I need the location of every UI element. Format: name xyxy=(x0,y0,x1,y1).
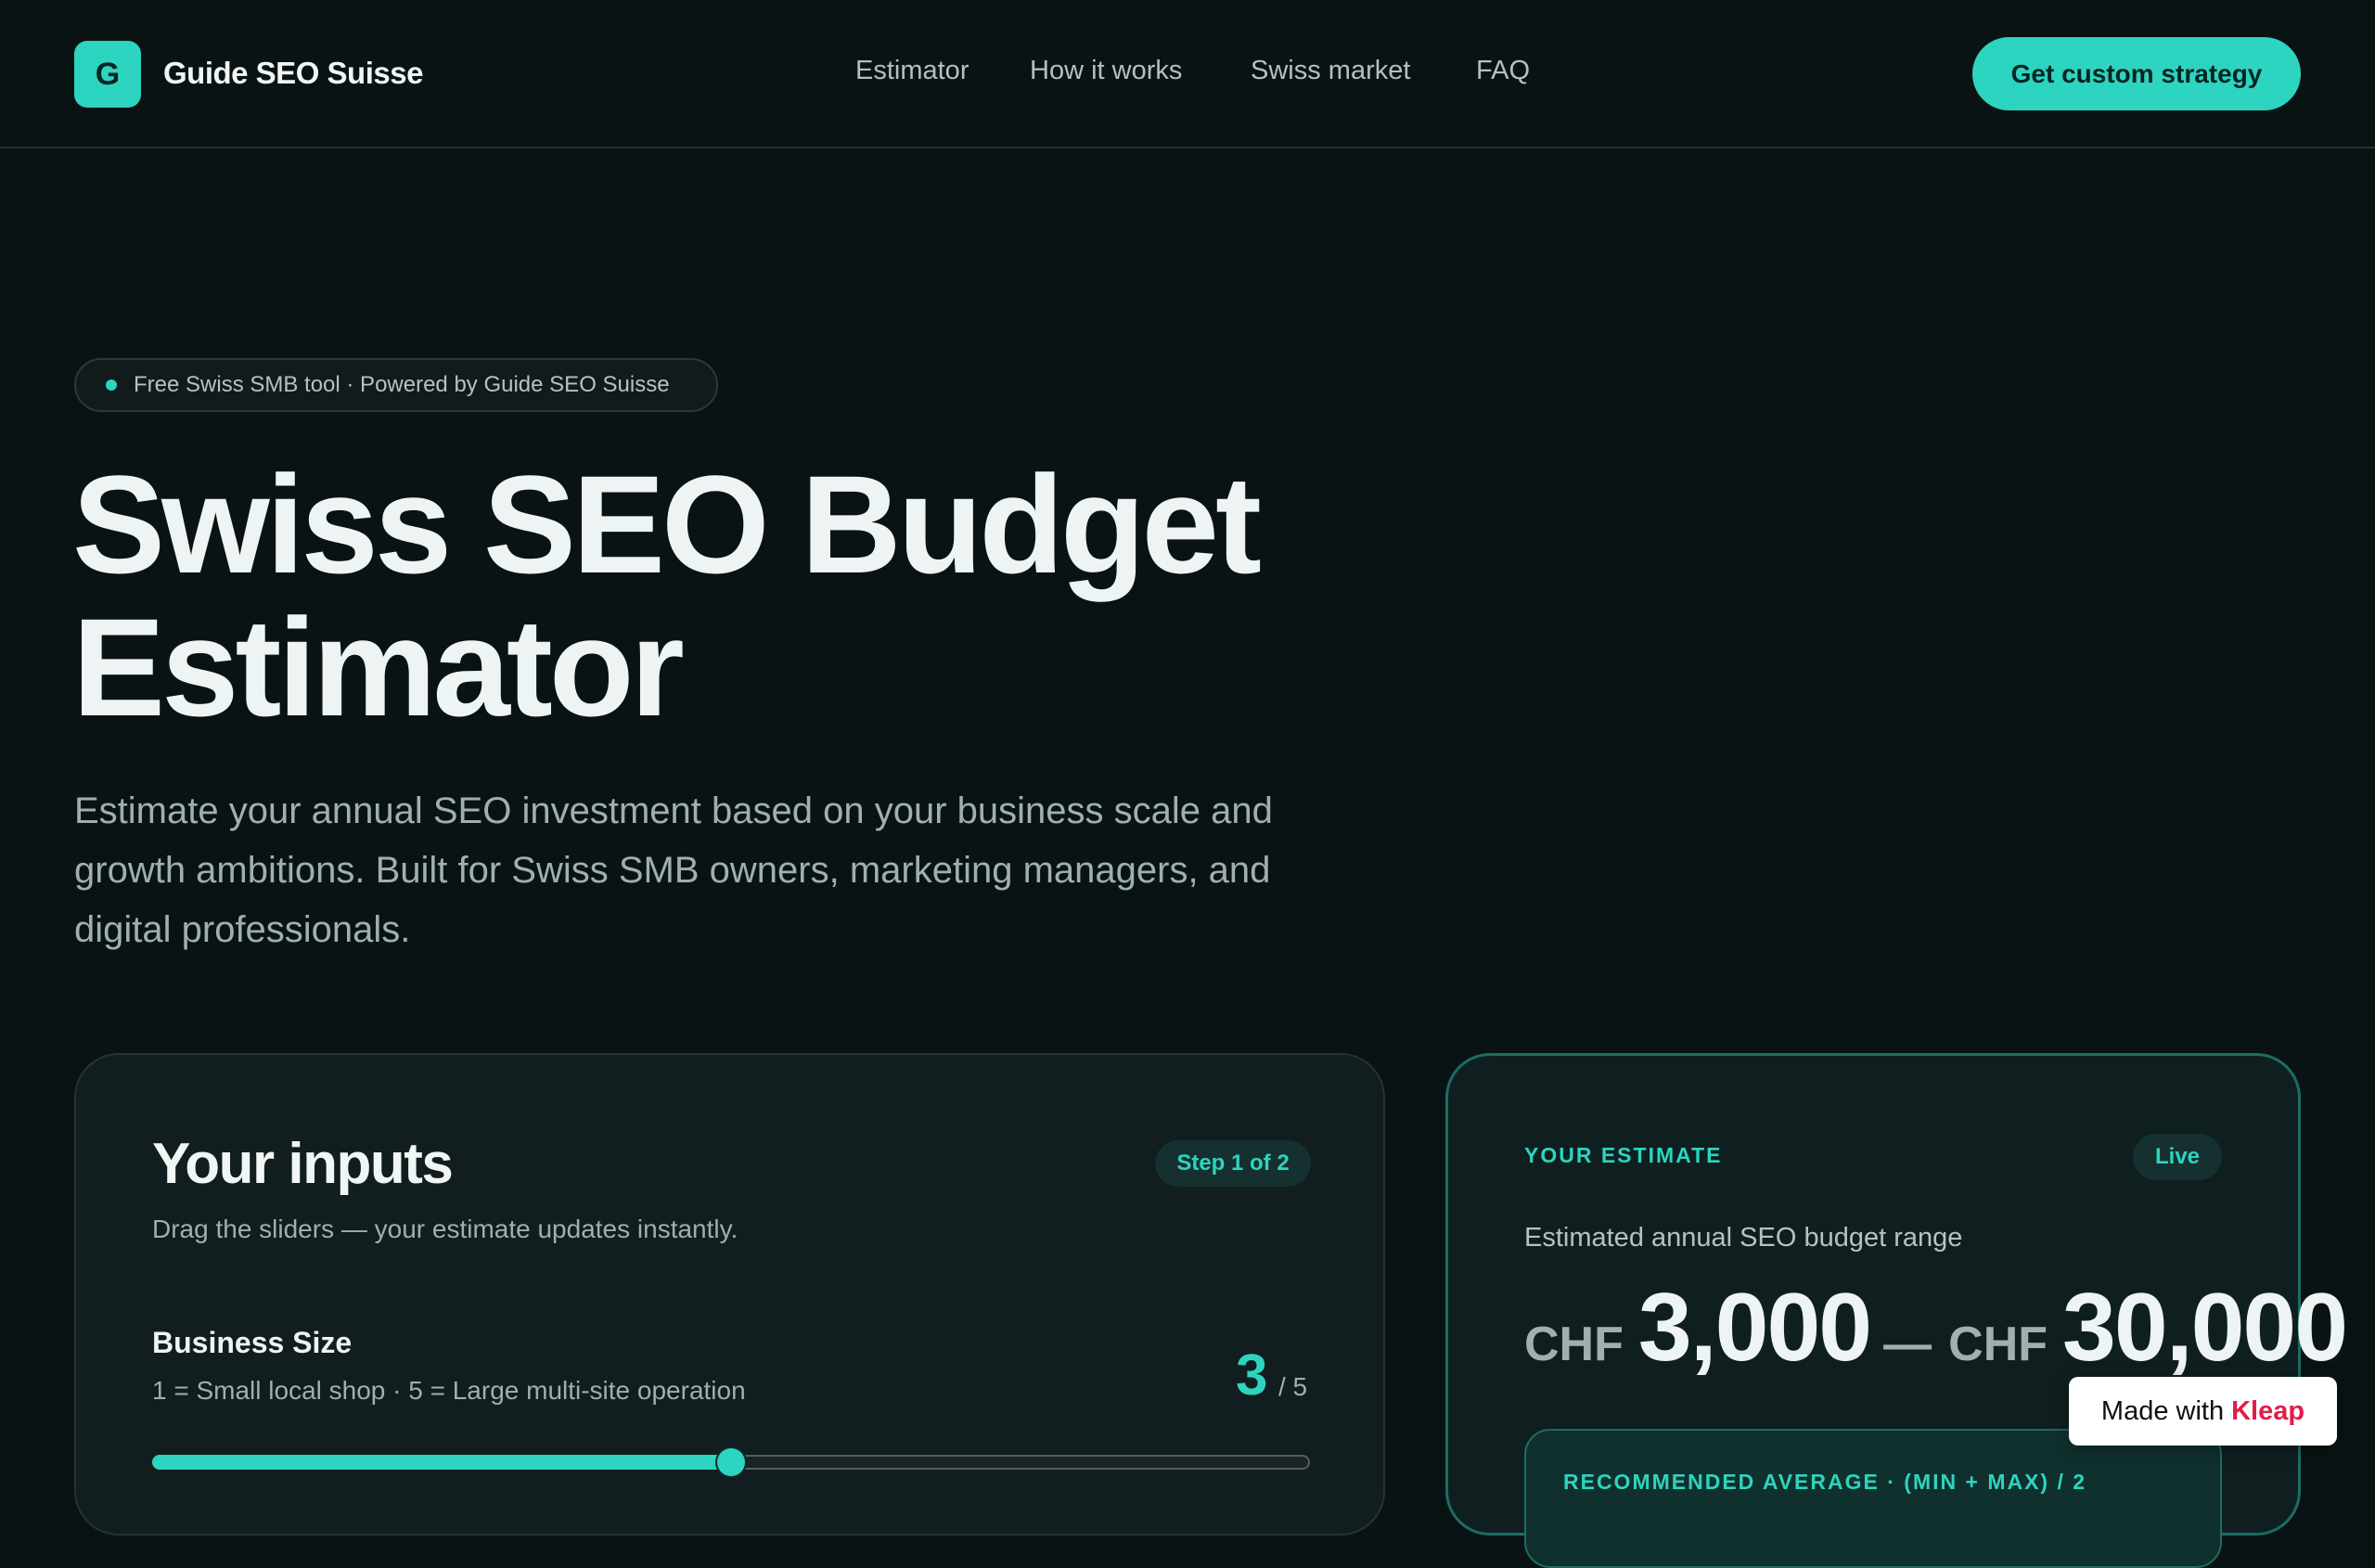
step-badge: Step 1 of 2 xyxy=(1155,1140,1311,1187)
intro-pill: Free Swiss SMB tool · Powered by Guide S… xyxy=(74,358,718,412)
nav-link-faq[interactable]: FAQ xyxy=(1476,56,1530,86)
live-badge: Live xyxy=(2133,1134,2222,1180)
inputs-title: Your inputs xyxy=(152,1132,454,1196)
logo[interactable]: G xyxy=(74,41,141,108)
top-navigation: G Guide SEO Suisse Estimator How it work… xyxy=(0,0,2375,148)
status-dot-icon xyxy=(106,379,117,391)
slider-thumb[interactable] xyxy=(717,1448,745,1476)
inputs-card: Your inputs Step 1 of 2 Drag the sliders… xyxy=(74,1053,1385,1536)
intro-paragraph: Estimate your annual SEO investment base… xyxy=(74,790,1273,950)
page-title-line-1: Swiss SEO Budget xyxy=(72,446,1262,602)
business-size-max: / 5 xyxy=(1278,1372,1308,1401)
nav-link-estimator[interactable]: Estimator xyxy=(855,56,969,86)
business-size-value: 3 xyxy=(1236,1343,1268,1407)
range-separator: — xyxy=(1883,1317,1932,1371)
nav-link-swiss-market[interactable]: Swiss market xyxy=(1251,56,1410,86)
brand-name[interactable]: Guide SEO Suisse xyxy=(163,56,423,91)
currency-min: CHF xyxy=(1524,1317,1624,1371)
business-size-hint: 1 = Small local shop · 5 = Large multi-s… xyxy=(152,1376,746,1405)
kleap-brand-text: Kleap xyxy=(2231,1395,2305,1426)
recommended-average-label: RECOMMENDED AVERAGE · (MIN + MAX) / 2 xyxy=(1563,1470,2087,1494)
recommended-average-box: RECOMMENDED AVERAGE · (MIN + MAX) / 2 xyxy=(1524,1429,2222,1568)
slider-fill xyxy=(152,1455,729,1470)
made-with-kleap-badge[interactable]: Made with Kleap xyxy=(2069,1377,2337,1446)
budget-range: CHF 3,000 — CHF 30,000 xyxy=(1524,1273,2348,1383)
page-title: Swiss SEO Budget Estimator xyxy=(72,453,1371,739)
estimate-label: Estimated annual SEO budget range xyxy=(1524,1223,1963,1253)
nav-link-how-it-works[interactable]: How it works xyxy=(1030,56,1182,86)
get-custom-strategy-button[interactable]: Get custom strategy xyxy=(1972,37,2301,110)
currency-max: CHF xyxy=(1948,1317,2048,1371)
business-size-label: Business Size xyxy=(152,1326,353,1359)
budget-max: 30,000 xyxy=(2062,1274,2348,1382)
estimate-card: YOUR ESTIMATE Live Estimated annual SEO … xyxy=(1445,1053,2348,1568)
inputs-subtitle: Drag the sliders — your estimate updates… xyxy=(152,1215,738,1243)
estimate-heading: YOUR ESTIMATE xyxy=(1524,1143,1723,1167)
business-size-slider[interactable] xyxy=(152,1448,1310,1476)
made-with-text: Made with xyxy=(2100,1395,2225,1426)
intro-pill-text: Free Swiss SMB tool · Powered by Guide S… xyxy=(134,372,670,397)
page-title-line-2: Estimator xyxy=(72,589,685,745)
budget-min: 3,000 xyxy=(1637,1274,1872,1382)
